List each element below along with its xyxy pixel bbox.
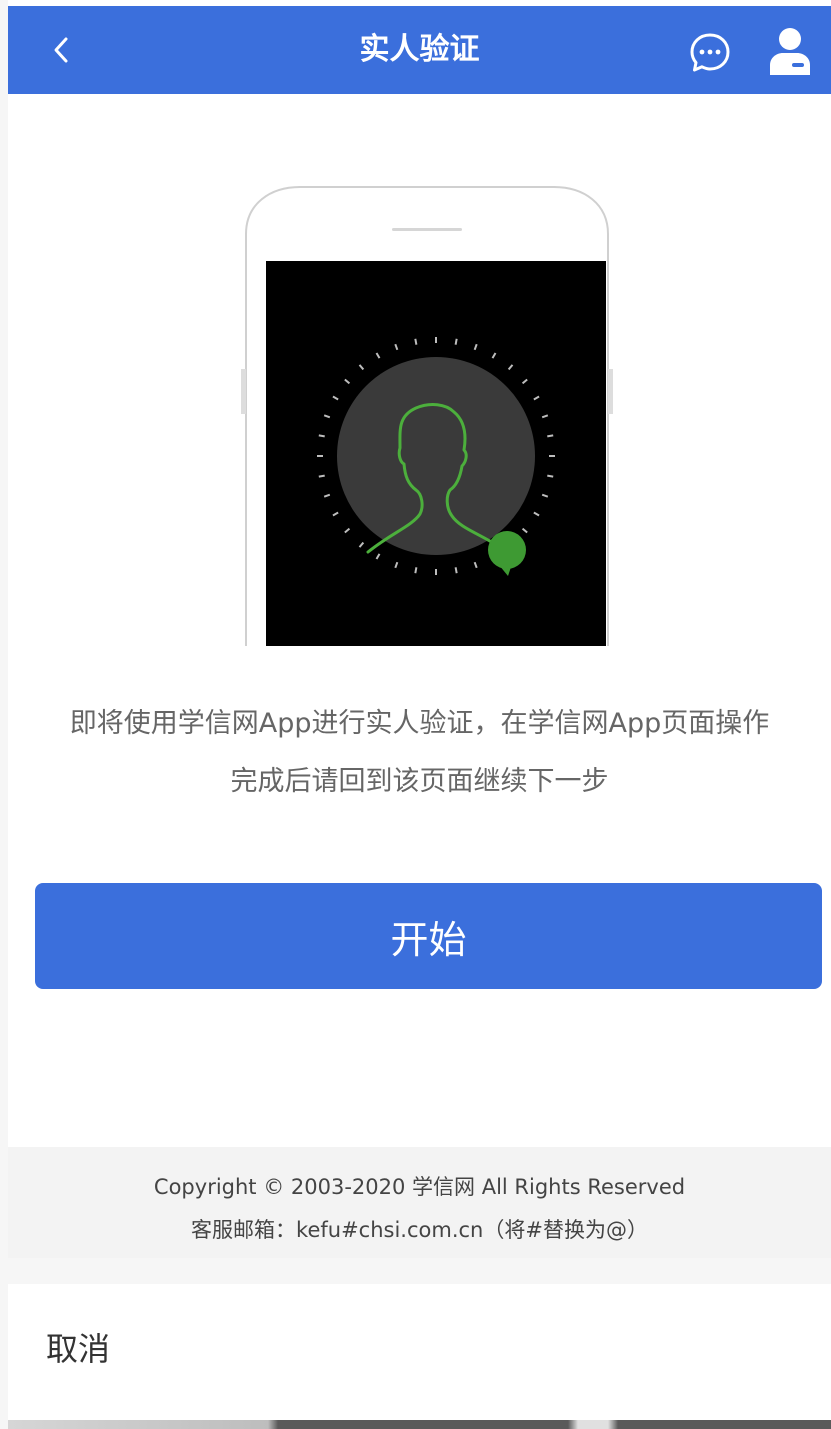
phone-face-scan-icon xyxy=(241,186,613,646)
action-sheet: 取消 xyxy=(8,1284,831,1429)
copyright-text: Copyright © 2003-2020 学信网 All Rights Res… xyxy=(153,1175,686,1199)
user-button[interactable] xyxy=(768,25,812,77)
back-button[interactable] xyxy=(42,30,82,70)
scan-tick xyxy=(547,474,554,478)
chevron-left-icon xyxy=(54,37,68,63)
scan-tick xyxy=(547,434,554,438)
phone-face-scan-illustration xyxy=(240,184,614,646)
chat-button[interactable] xyxy=(688,31,732,75)
service-email-text: 客服邮箱：kefu#chsi.com.cn（将#替换为@） xyxy=(191,1218,648,1242)
scan-tick xyxy=(454,567,458,574)
underlying-content-strip xyxy=(8,1420,831,1429)
scan-tick xyxy=(414,338,418,345)
instruction-text: 即将使用学信网App进行实人验证，在学信网App页面操作 完成后请回到该页面继续… xyxy=(18,695,821,811)
scan-tick xyxy=(318,474,325,478)
scan-tick xyxy=(414,567,418,574)
start-button[interactable]: 开始 xyxy=(35,883,822,989)
scan-tick xyxy=(318,434,325,438)
chat-bubble-icon xyxy=(690,33,730,72)
instruction-line-2: 完成后请回到该页面继续下一步 xyxy=(230,766,609,797)
instruction-line-1: 即将使用学信网App进行实人验证，在学信网App页面操作 xyxy=(69,708,770,739)
footer: Copyright © 2003-2020 学信网 All Rights Res… xyxy=(8,1147,831,1258)
user-icon xyxy=(770,28,810,75)
cancel-button[interactable]: 取消 xyxy=(46,1324,110,1370)
page: 实人验证 即将使用学信网App进行实人验证，在学信网App页面操作 完成后请回到… xyxy=(8,0,831,1429)
scan-tick xyxy=(454,338,458,345)
header-bar: 实人验证 xyxy=(8,6,831,94)
divider xyxy=(8,1258,831,1284)
